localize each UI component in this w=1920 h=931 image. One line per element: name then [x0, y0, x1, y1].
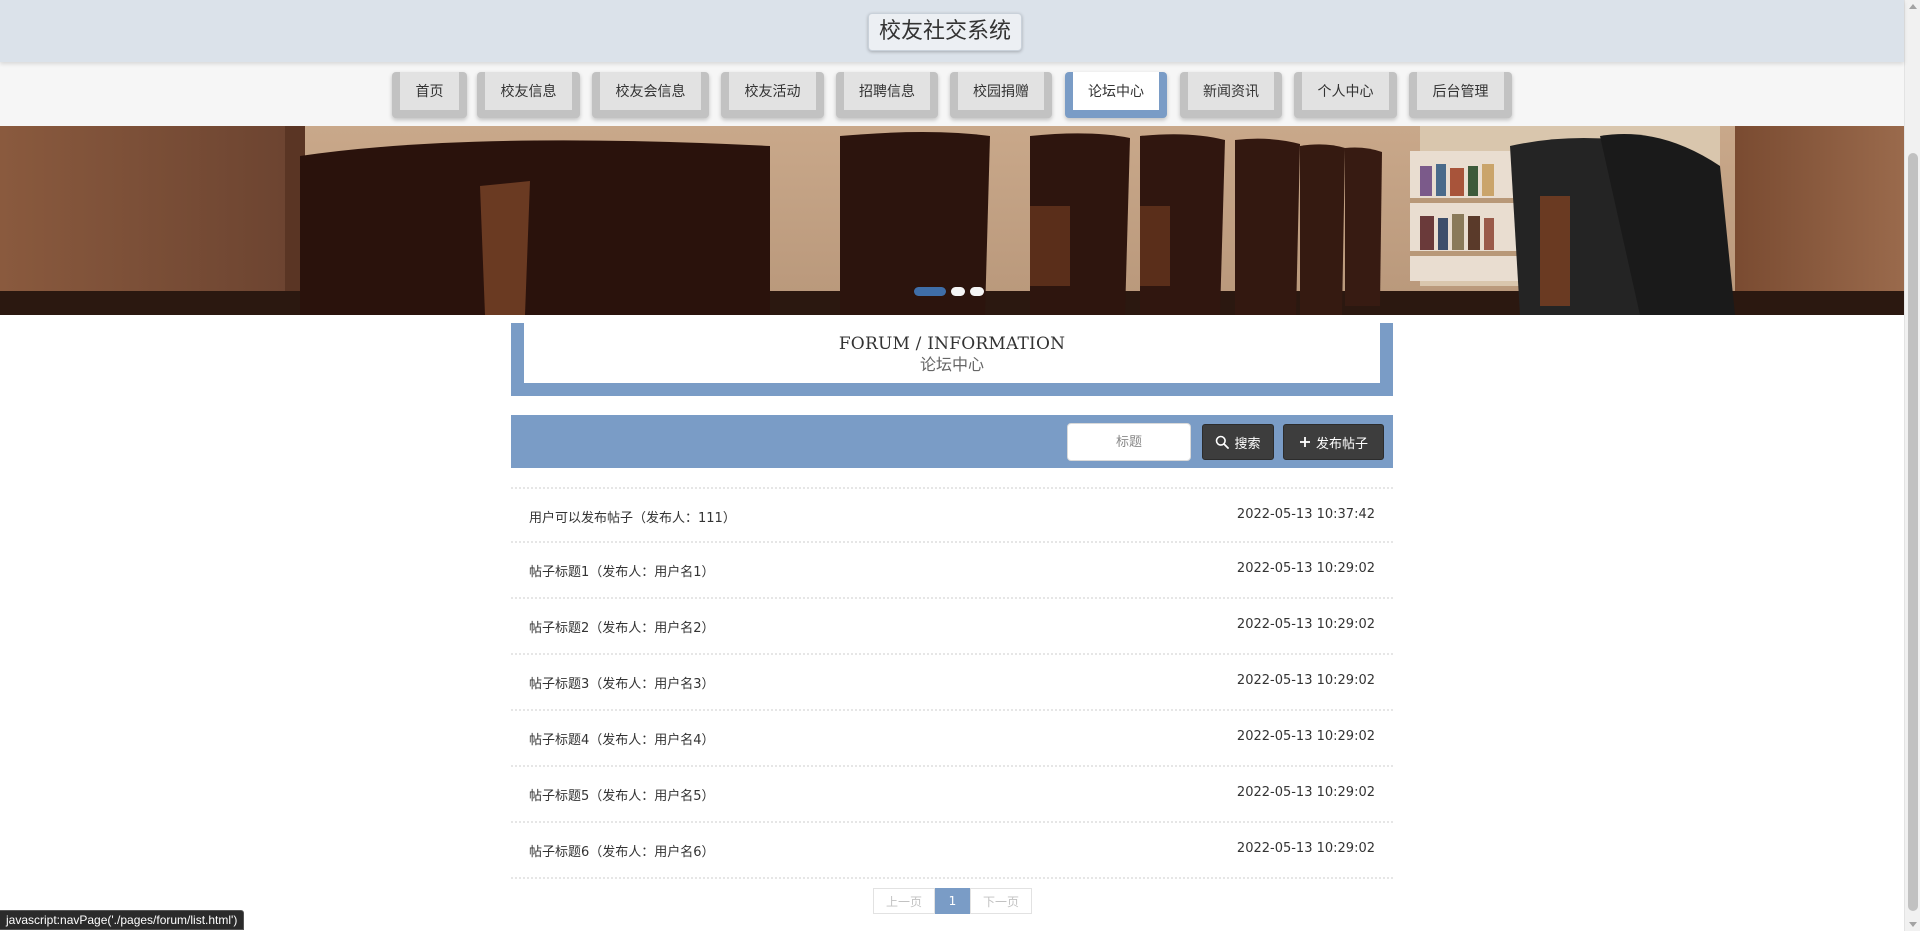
- add-post-button[interactable]: 发布帖子: [1283, 424, 1384, 460]
- page-number-button[interactable]: 1: [935, 888, 970, 914]
- search-toolbar: 搜索 发布帖子: [511, 415, 1393, 468]
- carousel-dot-2[interactable]: [951, 287, 965, 296]
- post-time: 2022-05-13 10:37:42: [1236, 507, 1375, 522]
- post-title: 帖子标题4（发布人：用户名4）: [529, 733, 715, 748]
- search-icon: [1216, 435, 1230, 449]
- section-title-en: FORUM / INFORMATION: [838, 334, 1066, 354]
- post-title: 用户可以发布帖子（发布人：111）: [529, 511, 736, 526]
- post-time: 2022-05-13 10:29:02: [1236, 785, 1375, 800]
- nav-item-donation[interactable]: 校园捐赠: [950, 72, 1052, 118]
- nav-item-alumni-activities[interactable]: 校友活动: [721, 72, 824, 118]
- nav-item-label: 校友活动: [729, 72, 816, 110]
- add-post-button-label: 发布帖子: [1315, 436, 1368, 452]
- scroll-up-arrow-icon[interactable]: [1909, 4, 1917, 9]
- nav-item-label: 校友会信息: [600, 72, 701, 110]
- post-title: 帖子标题5（发布人：用户名5）: [529, 789, 715, 804]
- section-heading-box: FORUM / INFORMATION 论坛中心: [524, 323, 1380, 383]
- post-title: 帖子标题6（发布人：用户名6）: [529, 845, 715, 860]
- section-heading: FORUM / INFORMATION 论坛中心: [511, 323, 1393, 396]
- post-time: 2022-05-13 10:29:02: [1236, 729, 1375, 744]
- section-title-cn: 论坛中心: [919, 355, 984, 374]
- nav-item-news[interactable]: 新闻资讯: [1180, 72, 1282, 118]
- post-title: 帖子标题2（发布人：用户名2）: [529, 621, 715, 636]
- pagination: 上一页 1 下一页: [873, 888, 1032, 914]
- nav-item-forum[interactable]: 论坛中心: [1065, 72, 1167, 118]
- page-scrollbar[interactable]: [1904, 0, 1920, 931]
- post-title: 帖子标题1（发布人：用户名1）: [529, 565, 715, 580]
- nav-item-home[interactable]: 首页: [392, 72, 467, 118]
- post-title: 帖子标题3（发布人：用户名3）: [529, 677, 715, 692]
- forum-post-row[interactable]: 帖子标题1（发布人：用户名1） 2022-05-13 10:29:02: [511, 543, 1393, 599]
- nav-item-label: 首页: [400, 72, 459, 110]
- nav-item-label: 个人中心: [1302, 72, 1389, 110]
- post-time: 2022-05-13 10:29:02: [1236, 841, 1375, 856]
- forum-post-row[interactable]: 帖子标题4（发布人：用户名4） 2022-05-13 10:29:02: [511, 711, 1393, 767]
- post-time: 2022-05-13 10:29:02: [1236, 617, 1375, 632]
- title-search-input[interactable]: [1067, 423, 1191, 461]
- header-bar: 校友社交系统: [0, 0, 1904, 62]
- nav-item-label: 论坛中心: [1073, 72, 1159, 110]
- nav-item-alumni-info[interactable]: 校友信息: [477, 72, 580, 118]
- next-page-button[interactable]: 下一页: [970, 888, 1032, 914]
- nav-item-label: 校园捐赠: [958, 72, 1044, 110]
- nav-item-label: 校友信息: [485, 72, 572, 110]
- forum-post-row[interactable]: 帖子标题3（发布人：用户名3） 2022-05-13 10:29:02: [511, 655, 1393, 711]
- page: 校友社交系统 首页 校友信息 校友会信息 校友活动 招聘信息 校园捐赠 论坛中心…: [0, 0, 1920, 931]
- prev-page-button[interactable]: 上一页: [873, 888, 935, 914]
- browser-status-bar: javascript:navPage('./pages/forum/list.h…: [0, 910, 245, 930]
- nav-item-personal-center[interactable]: 个人中心: [1294, 72, 1397, 118]
- plus-icon: [1299, 437, 1310, 447]
- nav-item-label: 后台管理: [1417, 72, 1504, 110]
- forum-post-row[interactable]: 帖子标题5（发布人：用户名5） 2022-05-13 10:29:02: [511, 767, 1393, 823]
- forum-post-row[interactable]: 帖子标题2（发布人：用户名2） 2022-05-13 10:29:02: [511, 599, 1393, 655]
- carousel-dot-3[interactable]: [970, 287, 984, 296]
- scrollbar-thumb[interactable]: [1908, 153, 1918, 911]
- nav-item-label: 新闻资讯: [1188, 72, 1274, 110]
- site-title: 校友社交系统: [868, 13, 1023, 51]
- carousel-dots: [914, 287, 984, 296]
- search-button-label: 搜索: [1234, 436, 1261, 452]
- nav-item-admin[interactable]: 后台管理: [1409, 72, 1512, 118]
- main-nav: 首页 校友信息 校友会信息 校友活动 招聘信息 校园捐赠 论坛中心 新闻资讯 个…: [0, 62, 1904, 126]
- forum-post-row[interactable]: 用户可以发布帖子（发布人：111） 2022-05-13 10:37:42: [511, 487, 1393, 543]
- nav-item-alumni-association[interactable]: 校友会信息: [592, 72, 709, 118]
- carousel-dot-1[interactable]: [914, 287, 946, 296]
- nav-item-recruitment[interactable]: 招聘信息: [836, 72, 938, 118]
- search-button[interactable]: 搜索: [1202, 424, 1274, 460]
- banner-carousel[interactable]: [0, 126, 1904, 315]
- nav-item-label: 招聘信息: [844, 72, 930, 110]
- post-time: 2022-05-13 10:29:02: [1236, 561, 1375, 576]
- post-time: 2022-05-13 10:29:02: [1236, 673, 1375, 688]
- forum-post-list: 用户可以发布帖子（发布人：111） 2022-05-13 10:37:42 帖子…: [511, 487, 1393, 879]
- forum-post-row[interactable]: 帖子标题6（发布人：用户名6） 2022-05-13 10:29:02: [511, 823, 1393, 879]
- scroll-down-arrow-icon[interactable]: [1909, 922, 1917, 927]
